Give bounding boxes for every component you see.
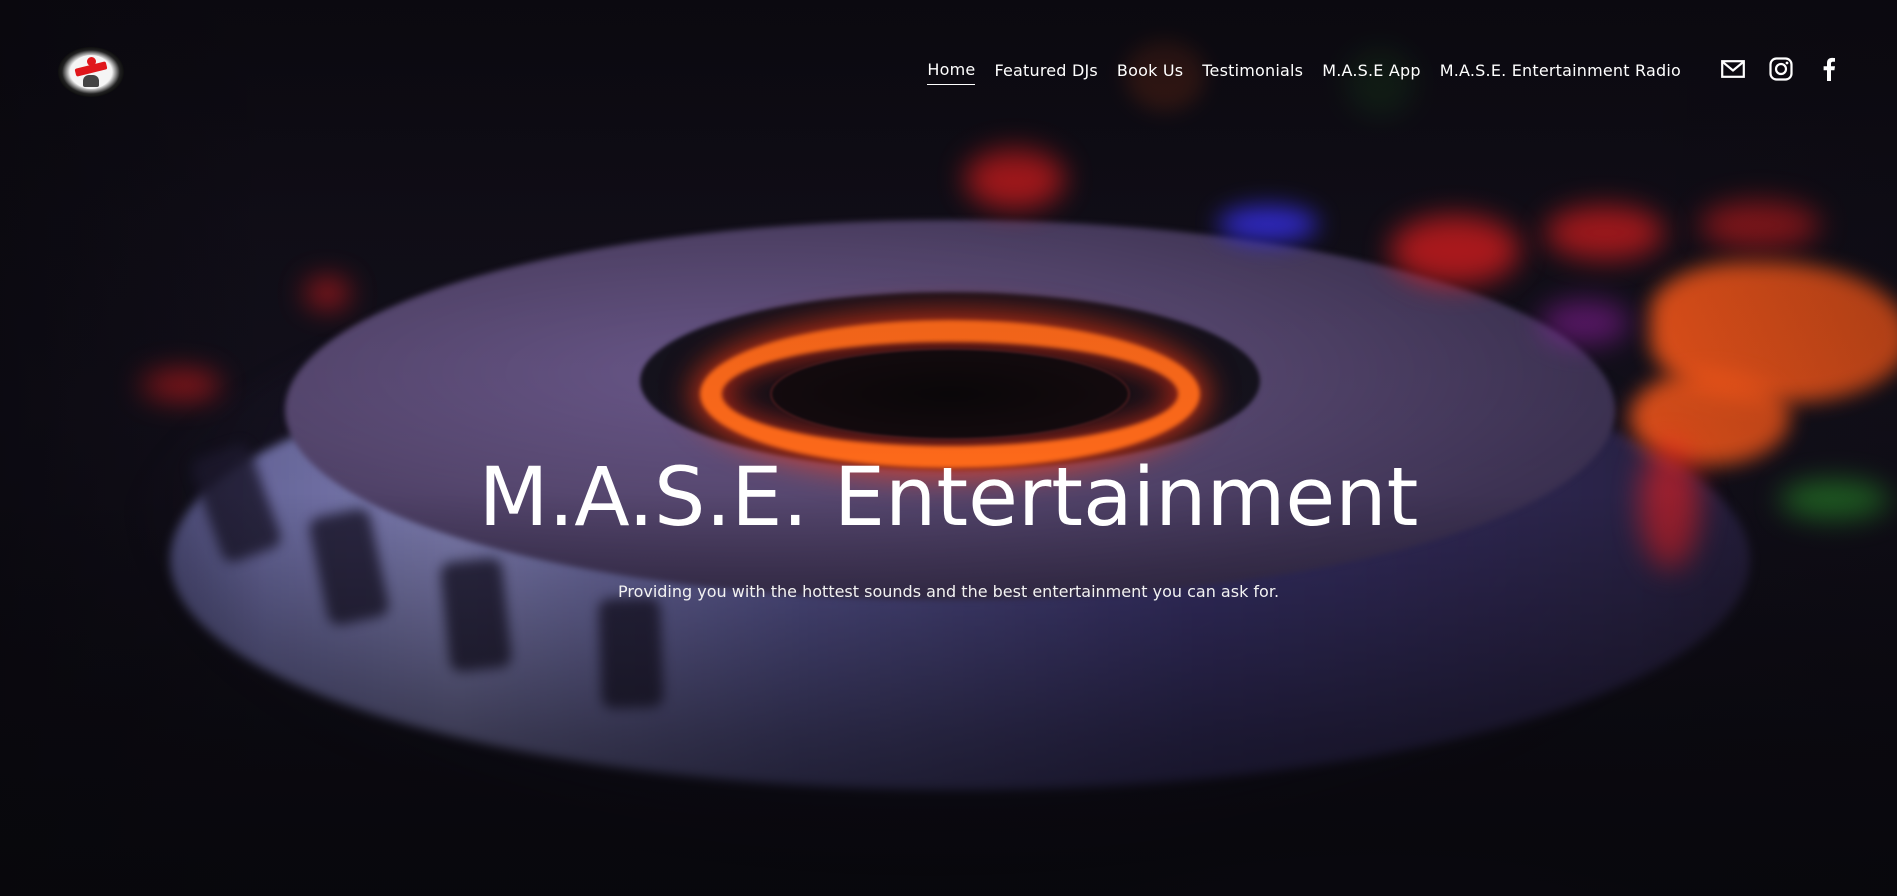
site-logo[interactable] — [58, 47, 124, 97]
facebook-icon[interactable] — [1817, 57, 1841, 81]
nav-link-featured-djs[interactable]: Featured DJs — [994, 59, 1097, 85]
nav-link-testimonials[interactable]: Testimonials — [1202, 59, 1303, 85]
main-navigation: Home Featured DJs Book Us Testimonials M… — [927, 58, 1681, 85]
logo-emblem-icon — [71, 55, 111, 89]
site-header: Home Featured DJs Book Us Testimonials M… — [0, 0, 1897, 140]
nav-link-mase-app[interactable]: M.A.S.E App — [1322, 59, 1421, 85]
email-icon[interactable] — [1721, 57, 1745, 81]
hero-subtitle: Providing you with the hottest sounds an… — [617, 582, 1280, 601]
nav-link-book-us[interactable]: Book Us — [1117, 59, 1183, 85]
hero-section: Home Featured DJs Book Us Testimonials M… — [0, 0, 1897, 896]
nav-link-mase-radio[interactable]: M.A.S.E. Entertainment Radio — [1440, 59, 1681, 85]
social-links — [1721, 57, 1841, 81]
hero-content: M.A.S.E. Entertainment Providing you wit… — [0, 450, 1897, 604]
nav-link-home[interactable]: Home — [927, 58, 976, 85]
instagram-icon[interactable] — [1769, 57, 1793, 81]
hero-title: M.A.S.E. Entertainment — [478, 451, 1419, 545]
